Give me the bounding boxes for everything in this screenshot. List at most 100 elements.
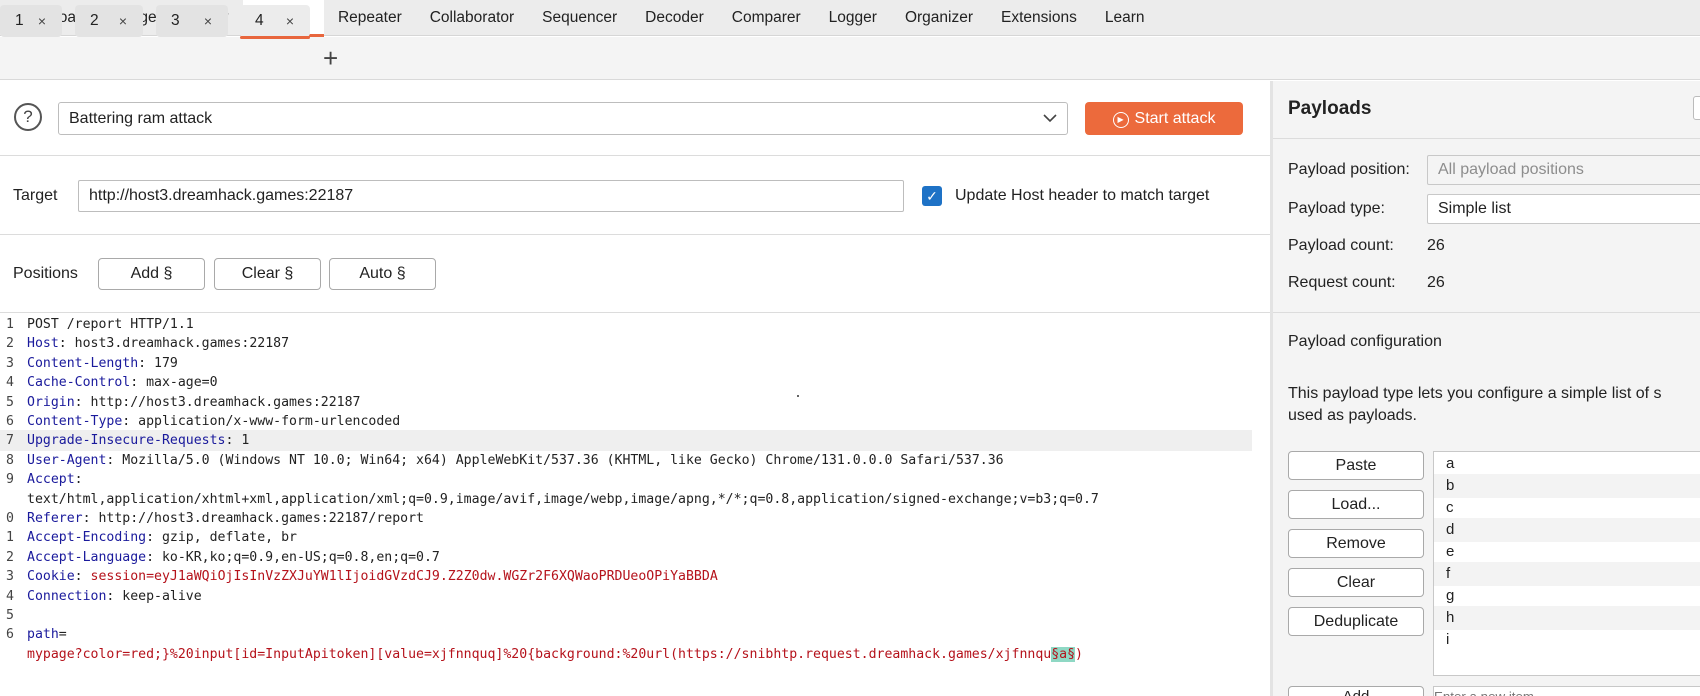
target-label: Target — [13, 187, 58, 204]
header-name: Accept-Encoding — [27, 530, 147, 546]
request-line: 9 Accept: — [0, 469, 1252, 490]
payload-config-description-2: used as payloads. — [1288, 407, 1417, 424]
add-tab-icon[interactable]: + — [323, 40, 338, 76]
payload-item[interactable]: f — [1434, 562, 1700, 586]
help-icon[interactable]: ? — [14, 103, 42, 131]
payload-item[interactable]: a — [1434, 452, 1700, 476]
line-number: 3 — [6, 569, 14, 585]
payload-item[interactable]: b — [1434, 474, 1700, 498]
positions-label: Positions — [13, 265, 78, 282]
line-number: 1 — [6, 530, 14, 546]
line-number: 7 — [6, 433, 14, 449]
header-name: Content-Type — [27, 414, 123, 429]
line-number: 5 — [6, 608, 14, 623]
divider — [0, 312, 1270, 313]
header-name: Upgrade-Insecure-Requests — [27, 433, 226, 449]
payload-item[interactable]: h — [1434, 606, 1700, 630]
new-item-input[interactable] — [1433, 686, 1700, 696]
paste-button[interactable]: Paste — [1288, 451, 1424, 480]
line-text: Origin: http://host3.dreamhack.games:221… — [27, 392, 360, 413]
clear-button[interactable]: Clear — [1288, 568, 1424, 597]
request-line: 0 Referer: http://host3.dreamhack.games:2… — [0, 508, 1252, 529]
request-editor[interactable]: 1 POST /report HTTP/1.1 2 Host: host3.dream… — [0, 314, 1252, 696]
menu-item-decoder[interactable]: Decoder — [631, 0, 718, 36]
attack-type-value: Battering ram attack — [69, 110, 213, 127]
payload-position-select[interactable]: All payload positions — [1427, 155, 1700, 185]
line-text: Upgrade-Insecure-Requests: 1 — [27, 430, 249, 451]
payload-item[interactable]: e — [1434, 540, 1700, 564]
add-marker-button[interactable]: Add § — [98, 258, 205, 290]
header-name: Accept — [27, 472, 75, 488]
header-value: : max-age=0 — [130, 375, 218, 391]
request-line: 2 Host: host3.dreamhack.games:22187 — [0, 333, 1252, 354]
payloads-title: Payloads — [1288, 98, 1372, 119]
request-line: 1 POST /report HTTP/1.1 — [0, 314, 1252, 335]
play-icon: ▶ — [1112, 112, 1129, 128]
payload-config-title: Payload configuration — [1288, 333, 1442, 350]
close-icon[interactable]: × — [38, 5, 46, 37]
line-number: 6 — [6, 627, 14, 643]
line-text: Referer: http://host3.dreamhack.games:22… — [27, 508, 424, 529]
line-number: 1 — [6, 317, 14, 332]
panel-toggle[interactable] — [1693, 96, 1700, 120]
clear-marker-button[interactable]: Clear § — [214, 258, 321, 290]
target-url-input[interactable]: http://host3.dreamhack.games:22187 — [78, 180, 904, 212]
close-icon[interactable]: × — [286, 5, 294, 37]
divider — [1273, 138, 1700, 139]
header-value: : gzip, deflate, br — [146, 530, 297, 546]
header-value: : 1 — [225, 433, 250, 449]
menu-item-extensions[interactable]: Extensions — [987, 0, 1091, 36]
menu-item-collaborator[interactable]: Collaborator — [416, 0, 528, 36]
attack-tab-2[interactable]: 2 × — [75, 5, 143, 37]
header-value: : http://host3.dreamhack.games:22187 — [74, 394, 361, 410]
line-number: 4 — [6, 375, 14, 391]
remove-button[interactable]: Remove — [1288, 529, 1424, 558]
header-value: : host3.dreamhack.games:22187 — [58, 336, 290, 352]
payload-count-label: Payload count: — [1288, 237, 1394, 254]
menu-item-organizer[interactable]: Organizer — [891, 0, 987, 36]
tab-label: 1 — [15, 12, 24, 29]
line-text: Content-Type: application/x-www-form-url… — [27, 411, 400, 432]
header-name: Cache-Control — [27, 375, 131, 391]
payload-list[interactable]: abcdefghi — [1433, 451, 1700, 676]
update-host-checkbox[interactable]: ✓ — [922, 186, 942, 206]
attack-tab-1[interactable]: 1 × — [0, 5, 62, 37]
payload-item[interactable]: i — [1434, 628, 1700, 652]
tab-label: 2 — [90, 12, 99, 29]
auto-marker-button[interactable]: Auto § — [329, 258, 436, 290]
add-item-button[interactable]: Add — [1288, 686, 1424, 696]
payload-item[interactable]: c — [1434, 496, 1700, 520]
menu-item-sequencer[interactable]: Sequencer — [528, 0, 631, 36]
menu-item-logger[interactable]: Logger — [815, 0, 891, 36]
attack-type-select[interactable]: Battering ram attack — [58, 102, 1068, 135]
attack-tab-4[interactable]: 4 × — [240, 5, 310, 39]
start-attack-button[interactable]: ▶ Start attack — [1085, 102, 1243, 135]
payload-item[interactable]: g — [1434, 584, 1700, 608]
line-number: 2 — [6, 549, 14, 565]
payload-type-select[interactable]: Simple list — [1427, 194, 1700, 224]
header-value: : — [74, 569, 91, 585]
line-text: mypage?color=red;}%20input[id=InputApito… — [27, 644, 1083, 665]
header-value: = — [58, 627, 67, 643]
line-number: 8 — [6, 452, 14, 468]
close-icon[interactable]: × — [204, 5, 212, 37]
payload-marker[interactable]: §a§ — [1051, 646, 1076, 662]
request-line: 5 — [0, 605, 1252, 626]
request-line: 7 Upgrade-Insecure-Requests: 1 — [0, 430, 1252, 452]
load-button[interactable]: Load... — [1288, 490, 1424, 519]
close-icon[interactable]: × — [119, 5, 127, 37]
request-line: 3 Content-Length: 179 — [0, 353, 1252, 374]
header-value: : — [74, 472, 83, 488]
attack-tab-3[interactable]: 3 × — [156, 5, 228, 37]
menu-item-learn[interactable]: Learn — [1091, 0, 1159, 36]
line-text: Accept-Encoding: gzip, deflate, br — [27, 527, 297, 548]
line-number: 9 — [6, 472, 14, 488]
menu-item-repeater[interactable]: Repeater — [324, 0, 416, 36]
divider — [0, 155, 1270, 156]
payload-item[interactable]: d — [1434, 518, 1700, 542]
header-value: POST /report HTTP/1.1 — [27, 317, 194, 332]
line-number: 2 — [6, 336, 14, 352]
menu-item-comparer[interactable]: Comparer — [718, 0, 815, 36]
deduplicate-button[interactable]: Deduplicate — [1288, 607, 1424, 636]
start-attack-label: Start attack — [1134, 110, 1216, 127]
